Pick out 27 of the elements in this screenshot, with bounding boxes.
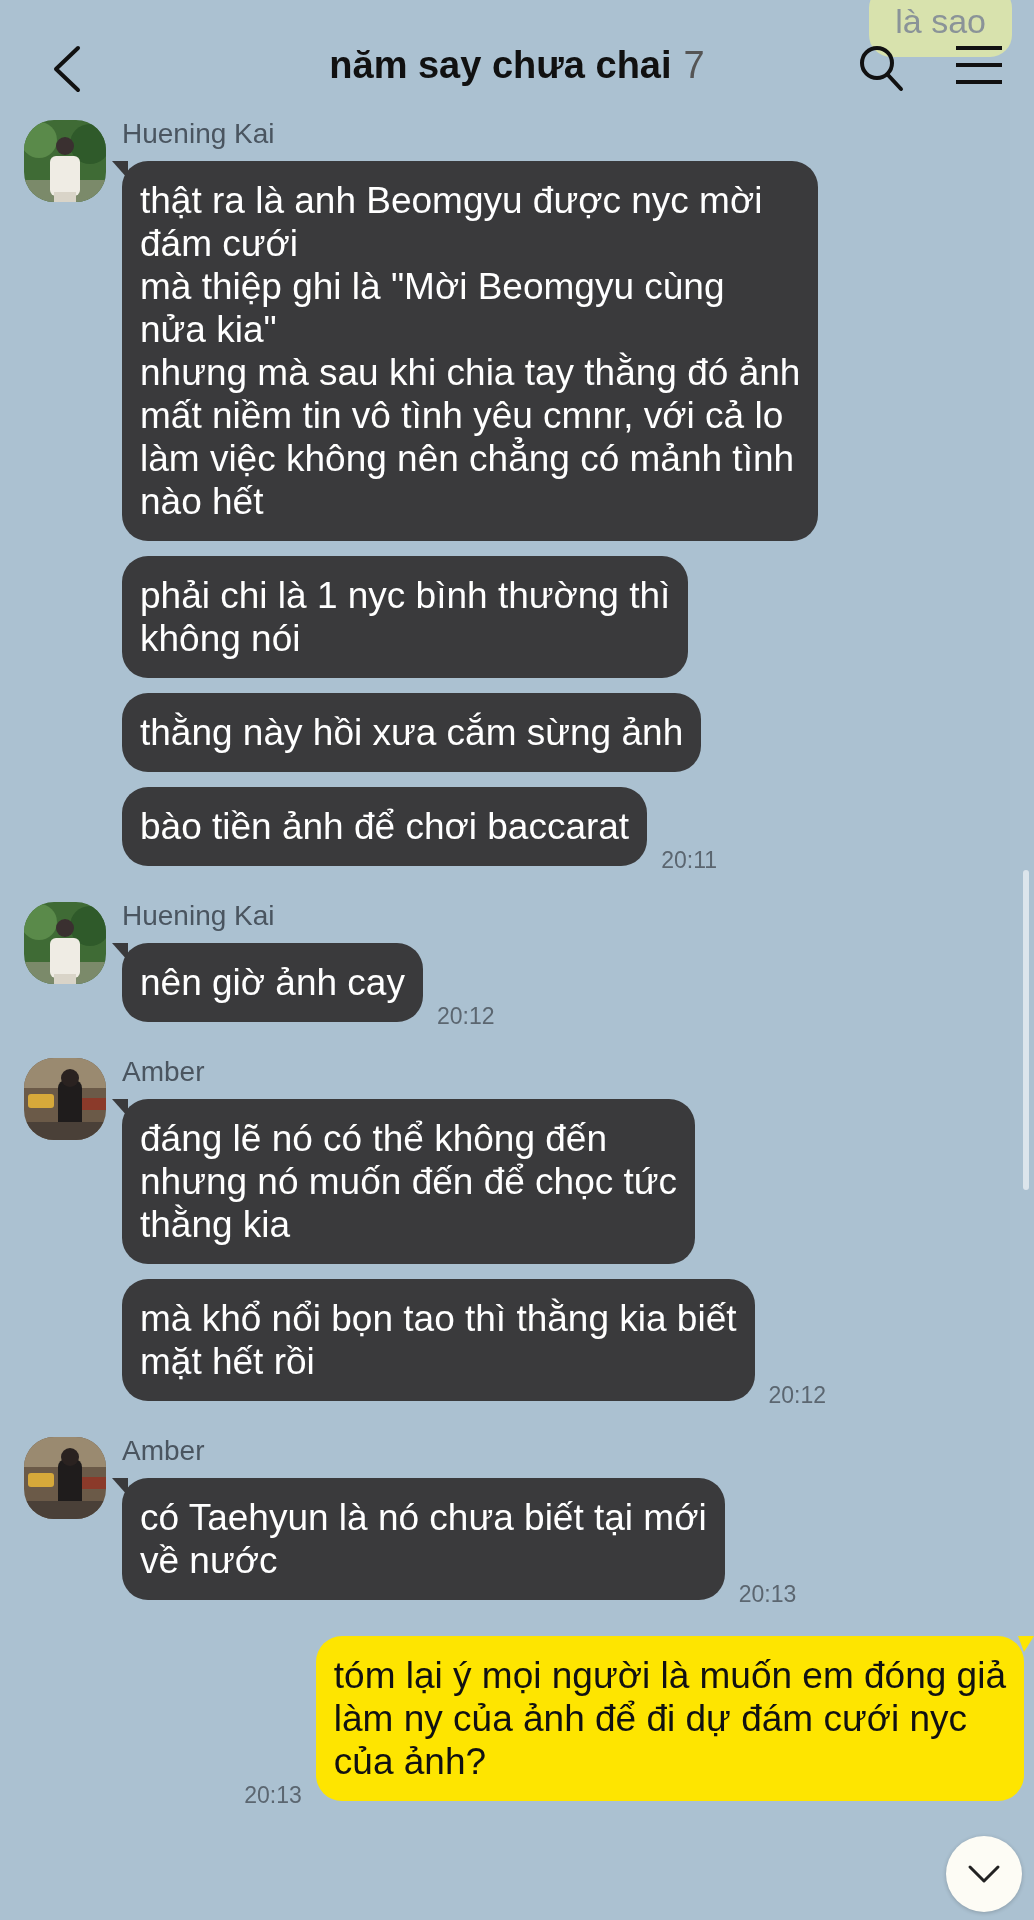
message-time: 20:11	[661, 847, 717, 874]
menu-icon	[954, 44, 1004, 86]
message-bubble: thằng này hồi xưa cắm sừng ảnh	[122, 693, 702, 772]
sender-name: Huening Kai	[122, 900, 275, 932]
message-bubble: là sao	[869, 0, 1012, 57]
sender-name: Huening Kai	[122, 118, 275, 150]
message-bubble: bào tiền ảnh để chơi baccarat	[122, 787, 648, 866]
menu-button[interactable]	[954, 44, 1004, 86]
message-bubble: phải chi là 1 nyc bình thường thì không nói	[122, 556, 689, 678]
sender-name: Amber	[122, 1056, 205, 1088]
message-time: 20:13	[244, 1782, 302, 1809]
message-bubble: đáng lẽ nó có thể không đến nhưng nó muốn đến để chọc tức thằng kia	[122, 1099, 696, 1264]
chevron-down-icon	[967, 1864, 1001, 1884]
search-button[interactable]	[858, 44, 904, 92]
chat-title: năm say chưa chai	[329, 43, 672, 87]
scroll-down-button[interactable]	[946, 1836, 1022, 1912]
message-time: 20:13	[738, 1581, 797, 1608]
message-time: 20:12	[436, 1003, 495, 1030]
message-bubble: thật ra là anh Beomgyu được nyc mời đám cưới mà thiệp ghi là "Mời Beomgyu cùng nửa kia" nhưng mà sau khi chia tay thằng đó ảnh mất niềm tin vô tình yêu cmnr, với cả lo làm việc không nên chẳng có mảnh tình nào hết	[122, 161, 819, 541]
member-count: 7	[683, 43, 705, 87]
message-bubble: mà khổ nổi bọn tao thì thằng kia biết mặt hết rồi	[122, 1279, 755, 1401]
search-icon	[858, 44, 904, 92]
message-bubble: tóm lại ý mọi người là muốn em đóng giả làm ny của ảnh để đi dự đám cưới nyc của ảnh?	[315, 1636, 1024, 1801]
sender-name: Amber	[122, 1435, 205, 1467]
message-time: 20:12	[768, 1382, 827, 1409]
message-bubble: có Taehyun là nó chưa biết tại mới về nước	[122, 1478, 725, 1600]
message-bubble: nên giờ ảnh cay	[122, 943, 423, 1022]
